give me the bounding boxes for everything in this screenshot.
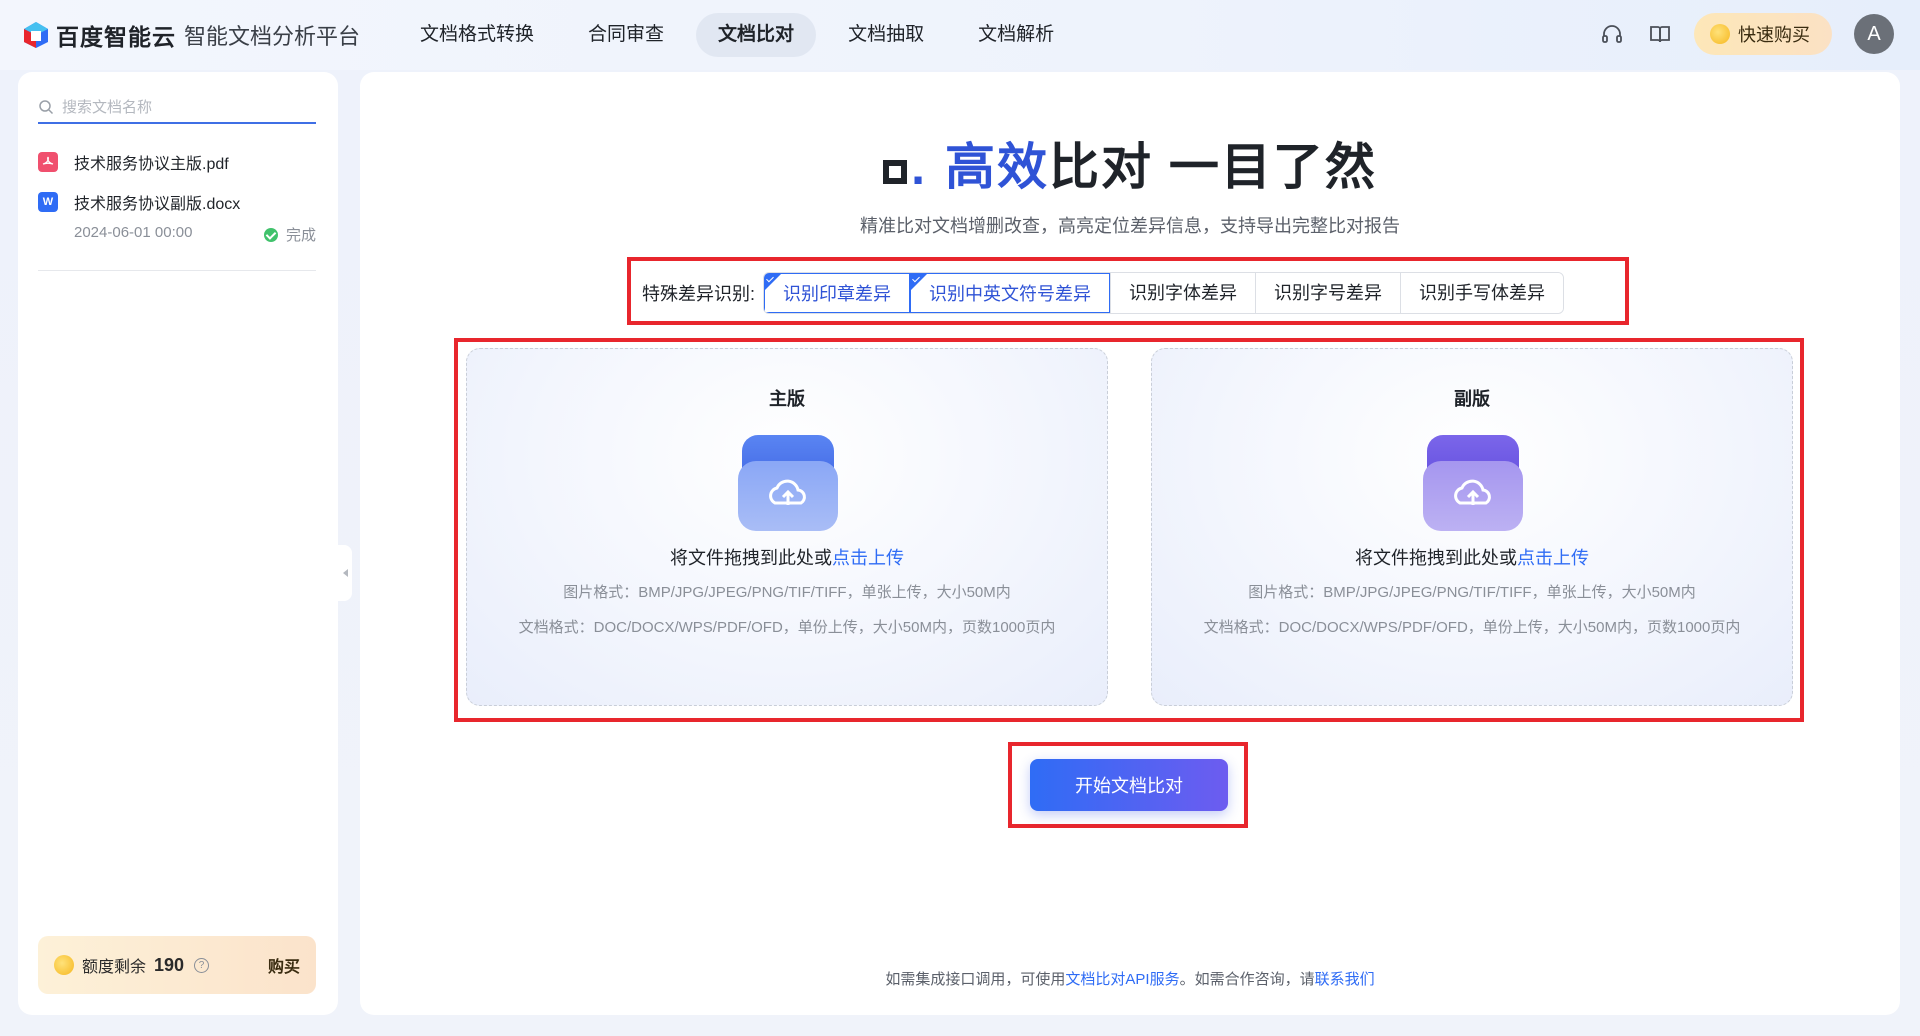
file-meta: 2024-06-01 00:00 完成 <box>74 224 316 245</box>
upload-link-primary[interactable]: 点击上传 <box>832 548 904 568</box>
header-actions: 快速购买 A <box>1598 13 1894 55</box>
main-nav: 文档格式转换 合同审查 文档比对 文档抽取 文档解析 <box>398 13 1086 57</box>
upload-title-primary: 主版 <box>769 389 805 409</box>
drop-text: 将文件拖拽到此处或 <box>1355 548 1517 568</box>
footer-prefix: 如需集成接口调用，可使用 <box>885 971 1066 988</box>
special-diff-label: 特殊差异识别: <box>642 284 756 304</box>
file-name: 技术服务协议主版.pdf <box>74 156 229 173</box>
quota-panel: 额度剩余 190 ? 购买 <box>38 936 316 994</box>
option-seal-diff[interactable]: 识别印章差异 <box>764 273 911 313</box>
contact-us-link[interactable]: 联系我们 <box>1315 971 1375 988</box>
brand-name: 百度智能云 <box>56 24 176 50</box>
quota-buy-button[interactable]: 购买 <box>268 953 300 977</box>
drop-text: 将文件拖拽到此处或 <box>670 548 832 568</box>
search-bar <box>38 92 316 124</box>
page-title: . 高效比对 一目了然 <box>360 127 1900 199</box>
start-compare-button[interactable]: 开始文档比对 <box>1030 759 1228 811</box>
user-avatar[interactable]: A <box>1854 14 1894 54</box>
special-diff-options: 特殊差异识别: 识别印章差异 识别中英文符号差异 识别字体差异 识别字号差异 识… <box>642 272 1565 314</box>
upload-folder-icon <box>738 435 838 531</box>
coin-icon <box>54 955 74 975</box>
status-badge: 完成 <box>263 224 316 245</box>
nav-contract-review[interactable]: 合同审查 <box>566 13 686 57</box>
nav-format-convert[interactable]: 文档格式转换 <box>398 13 556 57</box>
image-format-hint: 图片格式：BMP/JPG/JPEG/PNG/TIF/TIFF，单张上传，大小50… <box>563 584 1011 601</box>
drop-hint-secondary: 将文件拖拽到此处或点击上传 <box>1152 544 1792 570</box>
option-font-diff[interactable]: 识别字体差异 <box>1110 273 1256 313</box>
option-font-size-diff[interactable]: 识别字号差异 <box>1255 273 1401 313</box>
book-icon[interactable] <box>1646 20 1674 48</box>
word-file-icon: W <box>38 192 58 212</box>
main-panel: . 高效比对 一目了然 精准比对文档增删改查，高亮定位差异信息，支持导出完整比对报… <box>360 72 1900 1015</box>
nav-doc-parse[interactable]: 文档解析 <box>956 13 1076 57</box>
title-dot-icon: . <box>911 139 927 195</box>
pdf-file-icon <box>38 152 58 172</box>
doc-format-hint: 文档格式：DOC/DOCX/WPS/PDF/OFD，单份上传，大小50M内，页数… <box>1203 619 1741 636</box>
upload-folder-icon <box>1423 435 1523 531</box>
file-item-primary[interactable]: 技术服务协议主版.pdf <box>38 150 229 174</box>
upload-area-secondary[interactable]: 副版 将文件拖拽到此处或点击上传 图片格式：BMP/JPG/JPEG/PNG/T… <box>1151 348 1793 706</box>
search-input[interactable] <box>62 98 302 116</box>
quick-buy-button[interactable]: 快速购买 <box>1694 13 1832 55</box>
quota-value: 190 <box>154 954 185 975</box>
file-name: 技术服务协议副版.docx <box>74 196 241 213</box>
option-handwriting-diff[interactable]: 识别手写体差异 <box>1400 273 1564 313</box>
brand-logo[interactable]: 百度智能云 智能文档分析平台 <box>22 18 360 52</box>
drop-hint-primary: 将文件拖拽到此处或点击上传 <box>467 544 1107 570</box>
sidebar-collapse-handle[interactable] <box>338 545 352 601</box>
file-time: 2024-06-01 00:00 <box>74 224 193 241</box>
doc-format-hint: 文档格式：DOC/DOCX/WPS/PDF/OFD，单份上传，大小50M内，页数… <box>518 619 1056 636</box>
quota-label: 额度剩余 <box>82 959 147 976</box>
baidu-cloud-logo-icon <box>24 22 48 48</box>
footer-note: 如需集成接口调用，可使用文档比对API服务。如需合作咨询，请联系我们 <box>360 968 1900 989</box>
api-service-link[interactable]: 文档比对API服务 <box>1065 971 1179 988</box>
title-rest: 比对 一目了然 <box>1049 139 1377 195</box>
coin-icon <box>1710 24 1730 44</box>
image-format-hint: 图片格式：BMP/JPG/JPEG/PNG/TIF/TIFF，单张上传，大小50… <box>1248 584 1696 601</box>
platform-name: 智能文档分析平台 <box>184 24 361 49</box>
page-subtitle: 精准比对文档增删改查，高亮定位差异信息，支持导出完整比对报告 <box>860 216 1400 236</box>
nav-doc-extract[interactable]: 文档抽取 <box>826 13 946 57</box>
footer-middle: 。如需合作咨询，请 <box>1179 971 1315 988</box>
file-sidebar: 技术服务协议主版.pdf W 技术服务协议副版.docx 2024-06-01 … <box>18 72 338 1015</box>
top-navbar: 百度智能云 智能文档分析平台 文档格式转换 合同审查 文档比对 文档抽取 文档解… <box>0 0 1920 70</box>
file-item-secondary[interactable]: W 技术服务协议副版.docx <box>38 190 240 214</box>
upload-link-secondary[interactable]: 点击上传 <box>1517 548 1589 568</box>
title-square-icon <box>883 160 908 184</box>
upload-title-secondary: 副版 <box>1454 389 1490 409</box>
headset-icon[interactable] <box>1598 20 1626 48</box>
quick-buy-label: 快速购买 <box>1738 25 1810 45</box>
upload-area-primary[interactable]: 主版 将文件拖拽到此处或点击上传 图片格式：BMP/JPG/JPEG/PNG/T… <box>466 348 1108 706</box>
special-diff-option-group: 识别印章差异 识别中英文符号差异 识别字体差异 识别字号差异 识别手写体差异 <box>763 272 1565 314</box>
check-circle-icon <box>263 227 278 242</box>
status-text: 完成 <box>285 227 316 244</box>
option-symbol-diff[interactable]: 识别中英文符号差异 <box>910 273 1111 313</box>
title-highlight: 高效 <box>945 139 1049 195</box>
search-icon <box>39 100 54 115</box>
help-icon[interactable]: ? <box>194 957 210 973</box>
sidebar-divider <box>38 270 316 271</box>
nav-doc-compare[interactable]: 文档比对 <box>696 13 817 57</box>
